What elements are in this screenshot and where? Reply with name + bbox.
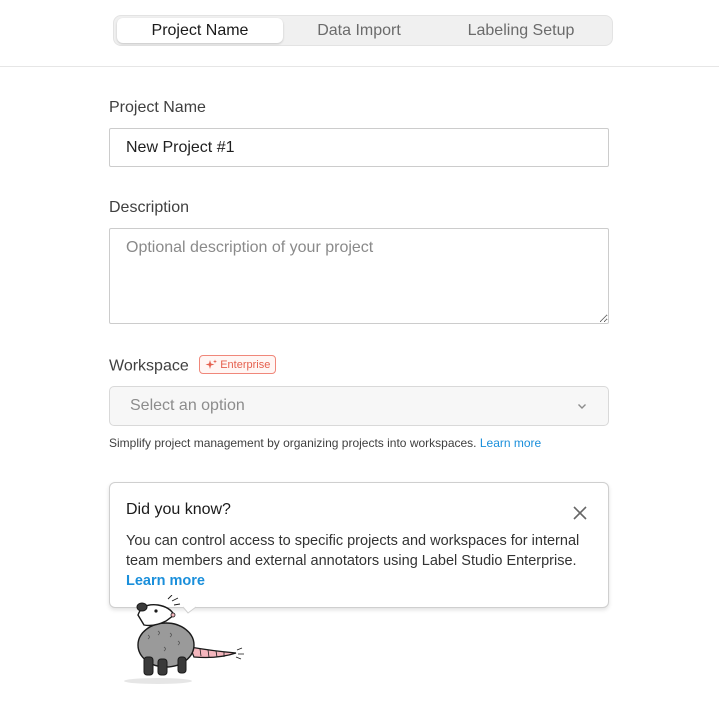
project-name-label: Project Name [109, 99, 206, 116]
workspace-label: Workspace [109, 357, 189, 375]
enterprise-badge: Enterprise [199, 355, 277, 374]
tab-data-import[interactable]: Data Import [283, 18, 435, 43]
wizard-tabs: Project Name Data Import Labeling Setup [113, 15, 613, 46]
workspace-hint-text: Simplify project management by organizin… [109, 436, 477, 450]
card-learn-more-link[interactable]: Learn more [126, 573, 205, 589]
workspace-label-row: Workspace Enterprise [109, 355, 277, 376]
workspace-learn-more-link[interactable]: Learn more [480, 436, 541, 450]
description-textarea[interactable] [109, 228, 609, 324]
chevron-down-icon [578, 404, 586, 409]
workspace-select-value: Select an option [130, 397, 245, 414]
card-body-text: You can control access to specific proje… [126, 533, 580, 569]
opossum-mascot [124, 595, 244, 684]
sparkle-icon [205, 359, 218, 369]
workspace-hint: Simplify project management by organizin… [109, 436, 541, 450]
tab-labeling-setup[interactable]: Labeling Setup [435, 18, 607, 43]
close-icon[interactable] [570, 503, 590, 523]
enterprise-badge-label: Enterprise [220, 358, 271, 371]
workspace-select[interactable]: Select an option [109, 386, 609, 426]
card-body: You can control access to specific proje… [126, 531, 596, 591]
tab-project-name[interactable]: Project Name [117, 18, 283, 43]
header: Project Name Data Import Labeling Setup [0, 0, 719, 67]
card-title: Did you know? [126, 501, 231, 518]
project-name-input[interactable] [109, 128, 609, 167]
description-label: Description [109, 199, 190, 216]
did-you-know-card: Did you know? You can control access to … [109, 482, 609, 608]
